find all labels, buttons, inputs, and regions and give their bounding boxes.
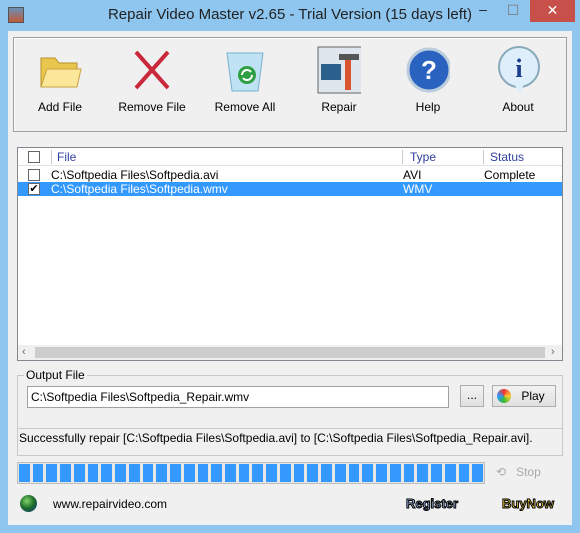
progress-segment <box>431 464 442 482</box>
remove-all-label: Remove All <box>214 100 276 114</box>
progress-bar <box>17 462 485 484</box>
row-file: C:\Softpedia Files\Softpedia.wmv <box>51 182 228 196</box>
register-link[interactable]: Register <box>405 496 458 512</box>
table-row[interactable]: C:\Softpedia Files\Softpedia.avi AVI Com… <box>18 168 562 182</box>
toolbar: Add File Remove File Remove All Repair ?… <box>13 37 567 132</box>
row-status: Complete <box>484 168 536 182</box>
stop-button[interactable]: ⟲ Stop <box>496 465 541 479</box>
remove-all-button[interactable]: Remove All <box>205 46 285 114</box>
question-icon: ? <box>406 46 450 94</box>
progress-segment <box>403 464 415 482</box>
progress-segment <box>472 464 483 482</box>
svg-text:?: ? <box>421 55 437 85</box>
progress-segment <box>211 464 223 482</box>
add-file-label: Add File <box>37 100 83 114</box>
status-message: Successfully repair [C:\Softpedia Files\… <box>17 428 563 456</box>
row-type: AVI <box>403 168 422 182</box>
progress-segment <box>444 464 456 482</box>
progress-segment <box>101 464 113 482</box>
recycle-bin-icon <box>223 46 267 94</box>
scroll-left-arrow[interactable]: ‹ <box>22 346 26 358</box>
file-list[interactable]: File Type Status C:\Softpedia Files\Soft… <box>17 147 563 361</box>
progress-segment <box>60 464 71 482</box>
progress-segment <box>417 464 429 482</box>
buynow-link[interactable]: BuyNow <box>502 496 555 512</box>
progress-segment <box>19 464 30 482</box>
progress-segment <box>142 464 154 482</box>
help-label: Help <box>415 100 441 114</box>
progress-segment <box>348 464 360 482</box>
progress-segment <box>238 464 250 482</box>
row-file: C:\Softpedia Files\Softpedia.avi <box>51 168 219 182</box>
globe-icon <box>20 495 37 512</box>
progress-segment <box>225 464 236 482</box>
progress-segment <box>252 464 264 482</box>
repair-button[interactable]: Repair <box>299 46 379 114</box>
close-button[interactable]: ✕ <box>530 0 575 22</box>
play-button[interactable]: Play <box>492 385 556 407</box>
title-bar: Repair Video Master v2.65 - Trial Versio… <box>0 0 580 31</box>
horizontal-scrollbar[interactable]: ‹ › <box>18 345 562 360</box>
repair-label: Repair <box>321 100 357 114</box>
progress-segment <box>266 464 277 482</box>
maximize-button[interactable]: ☐ <box>500 0 526 22</box>
progress-segment <box>307 464 319 482</box>
remove-file-label: Remove File <box>118 100 186 114</box>
help-button[interactable]: ? Help <box>388 46 468 114</box>
select-all-checkbox[interactable] <box>28 151 40 163</box>
progress-segment <box>73 464 85 482</box>
progress-segment <box>156 464 168 482</box>
output-file-input[interactable] <box>27 386 449 408</box>
minimize-button[interactable]: – <box>470 0 496 22</box>
row-checkbox[interactable] <box>28 169 40 181</box>
browse-button[interactable]: ... <box>460 385 484 407</box>
row-checkbox[interactable]: ✔ <box>28 183 40 195</box>
repair-tools-icon <box>317 46 361 94</box>
progress-segment <box>46 464 58 482</box>
progress-segment <box>376 464 387 482</box>
column-file[interactable]: File <box>57 150 76 164</box>
row-type: WMV <box>403 182 433 196</box>
table-row[interactable]: ✔ C:\Softpedia Files\Softpedia.wmv WMV <box>18 182 562 196</box>
progress-segment <box>334 464 346 482</box>
progress-segment <box>197 464 209 482</box>
progress-segment <box>389 464 401 482</box>
progress-segment <box>321 464 332 482</box>
stop-label: Stop <box>516 465 541 479</box>
website-link[interactable]: www.repairvideo.com <box>53 497 167 511</box>
progress-segment <box>279 464 291 482</box>
folder-icon <box>38 46 82 94</box>
progress-segment <box>170 464 181 482</box>
scroll-right-arrow[interactable]: › <box>551 346 555 358</box>
column-type[interactable]: Type <box>410 150 436 164</box>
scroll-thumb[interactable] <box>35 347 545 358</box>
output-file-label: Output File <box>24 368 87 382</box>
add-file-button[interactable]: Add File <box>20 46 100 114</box>
play-icon <box>497 389 511 403</box>
progress-segment <box>458 464 470 482</box>
progress-segment <box>115 464 126 482</box>
red-x-icon <box>130 46 174 94</box>
about-label: About <box>502 100 534 114</box>
svg-text:i: i <box>515 54 522 83</box>
list-header: File Type Status <box>18 148 562 166</box>
about-button[interactable]: i About <box>478 46 558 114</box>
progress-segment <box>128 464 140 482</box>
info-icon: i <box>496 46 540 94</box>
play-label: Play <box>521 389 545 403</box>
progress-segment <box>87 464 99 482</box>
stop-icon: ⟲ <box>496 465 507 479</box>
progress-segment <box>183 464 195 482</box>
progress-segment <box>362 464 374 482</box>
progress-segment <box>293 464 305 482</box>
column-status[interactable]: Status <box>490 150 524 164</box>
progress-segment <box>32 464 44 482</box>
remove-file-button[interactable]: Remove File <box>112 46 192 114</box>
